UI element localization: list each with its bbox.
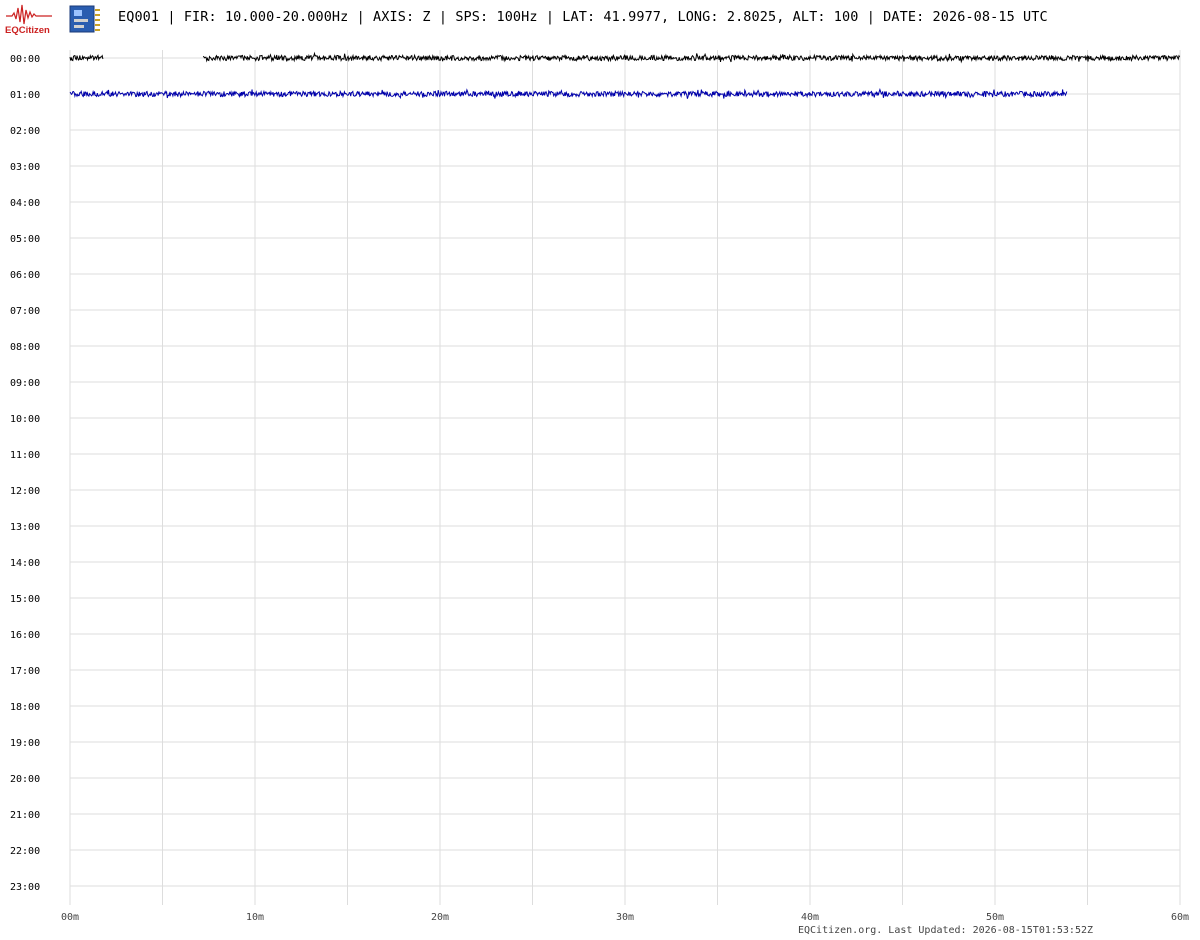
y-tick-label: 13:00	[10, 522, 40, 533]
y-tick-label: 04:00	[10, 198, 40, 209]
y-tick-label: 06:00	[10, 270, 40, 281]
y-tick-label: 03:00	[10, 162, 40, 173]
y-tick-label: 15:00	[10, 594, 40, 605]
y-tick-label: 07:00	[10, 306, 40, 317]
helicorder-plot: 00:00 01:00 02:00 03:00 04:00 05:00 06:00 07:00…	[10, 50, 1189, 923]
x-tick-label: 10m	[246, 912, 264, 923]
x-axis-labels: 00m 10m 20m 30m 40m 50m 60m	[61, 912, 1189, 923]
y-tick-label: 14:00	[10, 558, 40, 569]
y-tick-label: 09:00	[10, 378, 40, 389]
y-tick-label: 18:00	[10, 702, 40, 713]
y-tick-label: 01:00	[10, 90, 40, 101]
x-tick-label: 00m	[61, 912, 79, 923]
y-tick-label: 10:00	[10, 414, 40, 425]
y-tick-label: 22:00	[10, 846, 40, 857]
seismic-trace	[69, 53, 104, 62]
y-tick-label: 00:00	[10, 54, 40, 65]
footer-last-updated: EQCitizen.org. Last Updated: 2026-08-15T…	[798, 925, 1094, 936]
y-tick-label: 08:00	[10, 342, 40, 353]
y-axis-labels: 00:00 01:00 02:00 03:00 04:00 05:00 06:00 07:00…	[10, 54, 40, 893]
y-tick-label: 11:00	[10, 450, 40, 461]
y-tick-label: 17:00	[10, 666, 40, 677]
y-tick-label: 05:00	[10, 234, 40, 245]
y-tick-label: 21:00	[10, 810, 40, 821]
x-tick-label: 50m	[986, 912, 1004, 923]
x-tick-label: 40m	[801, 912, 819, 923]
x-tick-label: 20m	[431, 912, 449, 923]
y-tick-label: 23:00	[10, 882, 40, 893]
y-tick-label: 16:00	[10, 630, 40, 641]
grid	[69, 50, 1181, 905]
y-tick-label: 19:00	[10, 738, 40, 749]
x-tick-label: 30m	[616, 912, 634, 923]
y-tick-label: 12:00	[10, 486, 40, 497]
x-tick-label: 60m	[1171, 912, 1189, 923]
y-tick-label: 02:00	[10, 126, 40, 137]
y-tick-label: 20:00	[10, 774, 40, 785]
